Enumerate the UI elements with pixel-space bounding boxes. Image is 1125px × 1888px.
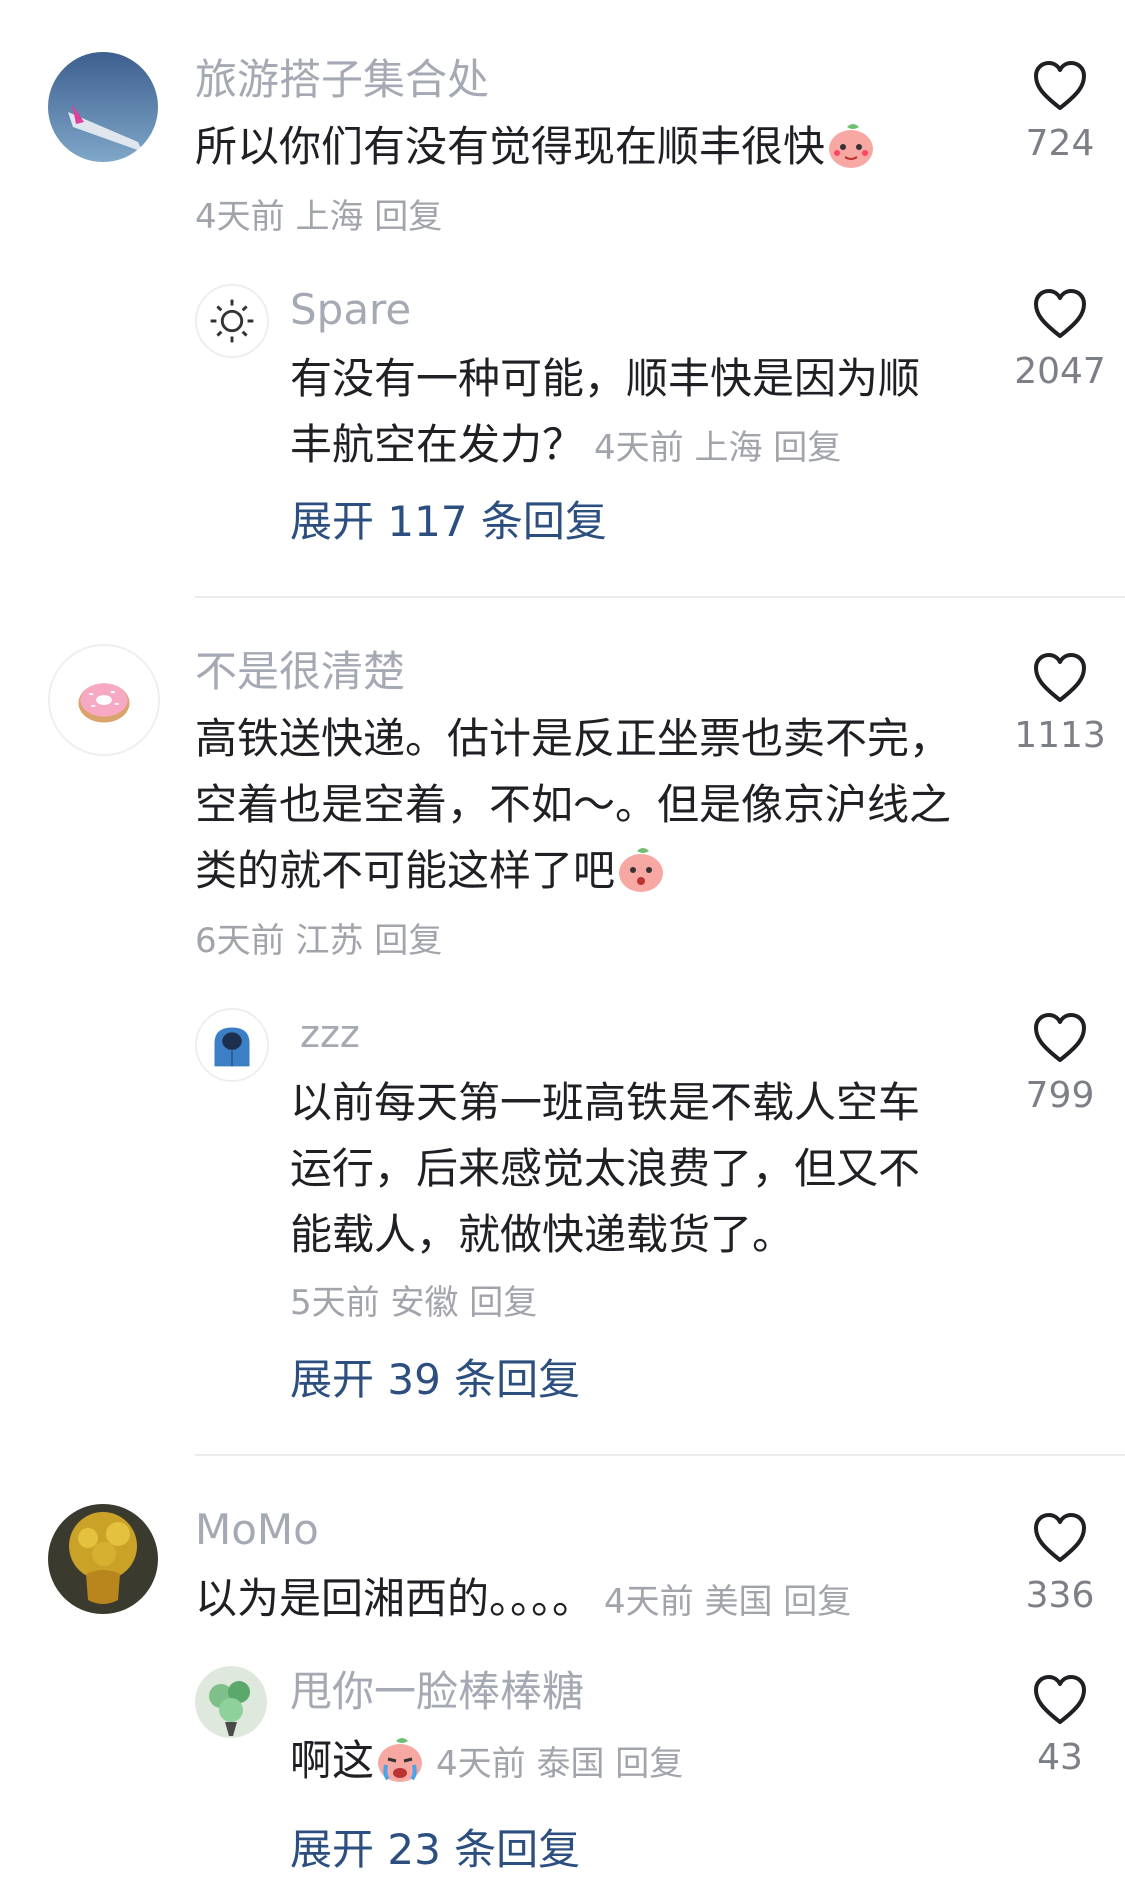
comment-username[interactable]: 不是很清楚 [195,644,405,700]
avatar-user-2[interactable] [48,644,160,756]
heart-outline-icon [995,1512,1125,1564]
heart-outline-icon [995,288,1125,340]
comment-username[interactable]: MoMo [195,1502,319,1558]
reply-button[interactable]: 回复 [783,1582,851,1622]
reply-username[interactable]: zzz [300,1006,360,1062]
avatar-reply-1[interactable] [195,284,269,358]
comment-text-body: 高铁送快递。估计是反正坐票也卖不完，空着也是空着，不如～。但是像京沪线之类的就不… [195,714,952,895]
comment-text-body: 以为是回湘西的。。。。 [195,1574,595,1623]
reply-location: 安徽 [390,1283,459,1323]
reply-username[interactable]: 甩你一脸棒棒糖 [290,1664,584,1720]
like-count: 336 [1025,1575,1095,1616]
comment-text: 所以你们有没有觉得现在顺丰很快 [195,114,975,180]
reply-text-body: 啊这 [290,1736,375,1785]
reply-button[interactable]: 回复 [615,1744,683,1784]
reply-button[interactable]: 回复 [469,1283,537,1323]
like-count: 43 [1037,1737,1083,1778]
comment-location: 上海 [295,197,364,237]
comment-text: 高铁送快递。估计是反正坐票也卖不完，空着也是空着，不如～。但是像京沪线之类的就不… [195,706,970,904]
reply-username[interactable]: Spare [290,282,411,338]
expand-replies-link[interactable]: 展开 117 条回复 [290,494,607,550]
like-button[interactable]: 724 [995,60,1125,172]
avatar-user-1[interactable] [48,52,158,162]
comment-time: 6天前 [195,921,285,961]
divider [195,596,1125,598]
like-button[interactable]: 799 [995,1012,1125,1124]
like-button[interactable]: 1113 [995,652,1125,764]
heart-outline-icon [995,1674,1125,1726]
avatar-reply-3[interactable] [195,1666,267,1738]
heart-outline-icon [995,60,1125,112]
like-button[interactable]: 2047 [995,288,1125,400]
like-count: 724 [1025,123,1095,164]
peach-emoji-icon [825,119,877,171]
reply-location: 泰国 [536,1744,605,1784]
reply-time: 5天前 [290,1283,380,1323]
reply-button[interactable]: 回复 [773,428,841,468]
avatar-user-3[interactable] [48,1504,158,1614]
reply-button[interactable]: 回复 [374,197,442,237]
comment-meta: 4天前 上海 回复 [195,192,442,242]
reply-text: 以前每天第一班高铁是不载人空车运行，后来感觉太浪费了，但又不能载人，就做快递载货… [290,1070,960,1268]
comment-username[interactable]: 旅游搭子集合处 [195,52,489,108]
peach-emoji-icon [615,843,667,895]
comment-meta: 6天前 江苏 回复 [195,916,442,966]
reply-location: 上海 [694,428,763,468]
like-count: 1113 [1014,715,1106,756]
reply-text-body: 以前每天第一班高铁是不载人空车运行，后来感觉太浪费了，但又不能载人，就做快递载货… [290,1078,921,1259]
comment-location: 美国 [704,1582,773,1622]
like-button[interactable]: 43 [995,1674,1125,1786]
like-count: 799 [1025,1075,1095,1116]
reply-time: 4天前 [436,1744,526,1784]
reply-time: 4天前 [594,428,684,468]
expand-replies-link[interactable]: 展开 39 条回复 [290,1352,580,1408]
reply-meta: 5天前 安徽 回复 [290,1278,537,1328]
heart-outline-icon [995,652,1125,704]
comment-time: 4天前 [604,1582,694,1622]
like-count: 2047 [1014,351,1106,392]
reply-text: 有没有一种可能，顺丰快是因为顺丰航空在发力？ 4天前 上海 回复 [290,346,950,481]
avatar-reply-2[interactable] [195,1008,269,1082]
like-button[interactable]: 336 [995,1512,1125,1624]
reply-text: 啊这 4天前 泰国 回复 [290,1728,950,1797]
comment-text: 以为是回湘西的。。。。 4天前 美国 回复 [195,1566,975,1635]
heart-outline-icon [995,1012,1125,1064]
comment-text-body: 所以你们有没有觉得现在顺丰很快 [195,122,826,171]
comment-time: 4天前 [195,197,285,237]
expand-replies-link[interactable]: 展开 23 条回复 [290,1822,580,1878]
reply-button[interactable]: 回复 [374,921,442,961]
comment-location: 江苏 [295,921,364,961]
comment-list: 旅游搭子集合处 所以你们有没有觉得现在顺丰很快 4天前 上海 回复 724 Sp… [0,0,1125,1888]
peach-emoji-icon [374,1733,426,1785]
divider [195,1454,1125,1456]
